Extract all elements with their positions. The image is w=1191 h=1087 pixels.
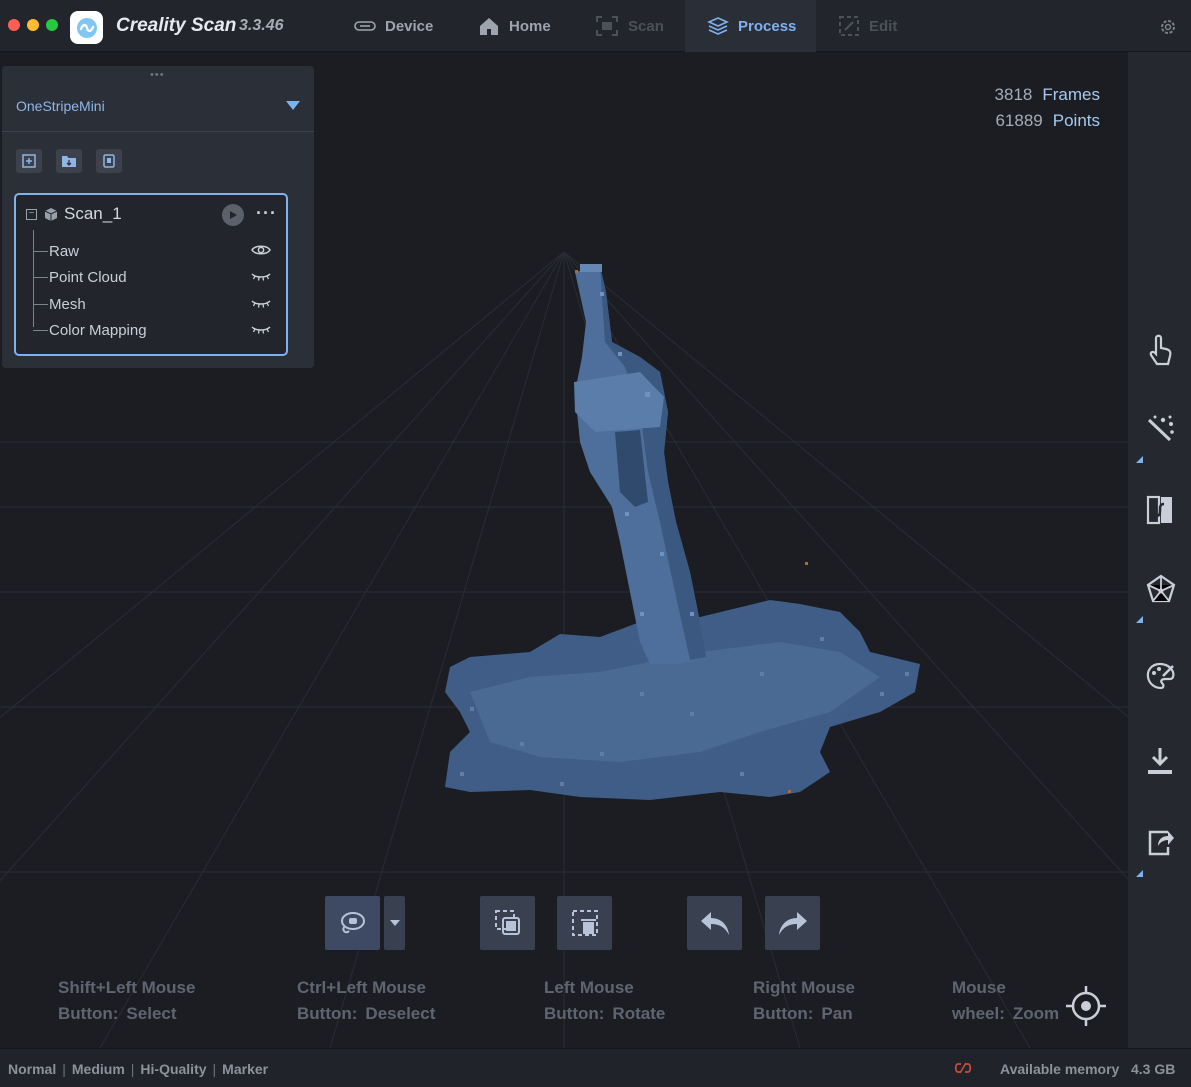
scan-name: Scan_1 [64,204,122,223]
tree-item-mesh[interactable]: Mesh [33,293,288,315]
hint-select: Shift+Left Mouse Button: Select [58,978,196,1023]
tab-process[interactable]: Process [685,0,816,52]
points-stat: 61889 Points [995,108,1100,134]
invert-selection-icon [494,910,520,935]
hint-rotate: Left Mouse Button: Rotate [544,978,666,1023]
scan-tree: − Scan_1 ··· Raw Point Cloud Mesh Color … [14,193,288,356]
tab-device-label: Device [385,17,434,35]
add-project-button[interactable] [16,149,42,173]
lasso-select-icon [340,912,365,934]
align-icon[interactable] [1146,494,1174,526]
share-icon[interactable] [1146,828,1174,856]
delete-selection-icon [571,910,598,936]
eye-closed-icon[interactable] [251,269,271,283]
scan-model [445,264,920,800]
disconnected-link-icon [954,1062,972,1074]
minimize-window-button[interactable] [27,19,39,31]
tab-scan[interactable]: Scan [595,0,664,52]
home-icon [480,18,498,35]
invert-selection-button[interactable] [480,896,535,950]
redo-button[interactable] [765,896,820,950]
memory-label: Available memory [1000,1061,1120,1077]
tree-item-label: Raw [49,242,80,260]
tab-home-label: Home [509,17,551,35]
scan-stats: 3818 Frames 61889 Points [995,82,1100,134]
tree-item-label: Color Mapping [49,321,147,339]
download-icon[interactable] [1146,746,1174,776]
tree-item-color-mapping[interactable]: Color Mapping [33,319,288,341]
tab-edit-label: Edit [869,17,898,35]
play-icon [230,211,237,219]
tab-scan-label: Scan [628,17,664,35]
edit-icon [839,16,859,36]
submenu-indicator [1136,870,1143,877]
eye-open-icon[interactable] [251,243,271,257]
device-dropdown-value: OneStripeMini [16,97,105,114]
cube-icon [44,208,58,221]
eye-closed-icon[interactable] [251,296,271,310]
scan-mode-summary: Normal | Medium | Hi-Quality | Marker [8,1061,269,1077]
select-mode-dropdown[interactable] [384,896,405,950]
hint-pan: Right Mouse Button: Pan [753,978,855,1023]
redo-icon [778,912,807,935]
tab-home[interactable]: Home [478,0,551,52]
points-label: Points [1052,111,1100,130]
device-file-icon [103,154,115,168]
lasso-select-button[interactable] [325,896,380,950]
settings-gear-icon[interactable] [1159,18,1177,36]
chevron-down-icon [286,101,300,110]
points-count: 61889 [995,111,1043,130]
eye-closed-icon[interactable] [251,322,271,336]
project-row[interactable]: − Scan_1 ··· [16,203,286,227]
select-mode-dropdown-icon [389,920,400,926]
app-logo-icon [70,11,103,44]
project-panel: ••• OneStripeMini − Scan_1 ··· Raw Point… [2,66,314,368]
delete-selection-button[interactable] [557,896,612,950]
more-options-button[interactable]: ··· [256,203,277,224]
tree-item-raw[interactable]: Raw [33,240,288,262]
app-version: 3.3.46 [239,17,284,34]
undo-icon [700,912,729,935]
hint-deselect: Ctrl+Left Mouse Button: Deselect [297,978,436,1023]
scan-icon [596,16,618,36]
status-bar: Normal | Medium | Hi-Quality | Marker Availabl… [0,1048,1191,1087]
add-project-icon [22,154,36,168]
tab-device[interactable]: Device [354,0,433,52]
texture-palette-icon[interactable] [1146,662,1176,690]
touch-icon[interactable] [1146,334,1174,366]
device-dropdown[interactable]: OneStripeMini [2,80,314,132]
recenter-view-crosshair-icon[interactable] [1064,984,1108,1028]
zoom-window-button[interactable] [46,19,58,31]
undo-button[interactable] [687,896,742,950]
mode-resolution: Medium [71,1061,125,1077]
frames-stat: 3818 Frames [995,82,1100,108]
magic-wand-icon[interactable] [1146,414,1176,444]
collapse-toggle[interactable]: − [26,209,37,220]
right-toolbar [1128,52,1191,1048]
device-icon [354,21,376,31]
play-button[interactable] [222,204,244,226]
open-project-button[interactable] [56,149,82,173]
app-name: Creality Scan [116,15,237,36]
submenu-indicator [1136,456,1143,463]
hint-zoom: Mouse wheel: Zoom [952,978,1060,1023]
frames-label: Frames [1042,85,1100,104]
open-folder-icon [62,156,76,167]
mode-quality: Hi-Quality [140,1061,207,1077]
layers-icon [707,17,729,35]
mode-accuracy: Normal [8,1061,57,1077]
tab-edit[interactable]: Edit [838,0,897,52]
title-bar: Creality Scan 3.3.46 Device Home Scan Pr… [0,0,1191,52]
tree-item-label: Point Cloud [49,268,127,286]
tab-process-label: Process [738,17,797,35]
memory-value: 4.3 GB [1131,1061,1176,1077]
mesh-icon[interactable] [1146,574,1176,604]
mode-alignment: Marker [222,1061,269,1077]
device-file-button[interactable] [96,149,122,173]
submenu-indicator [1136,616,1143,623]
close-window-button[interactable] [8,19,20,31]
frames-count: 3818 [994,85,1033,104]
tree-item-label: Mesh [49,295,86,313]
tree-item-point-cloud[interactable]: Point Cloud [33,266,288,288]
